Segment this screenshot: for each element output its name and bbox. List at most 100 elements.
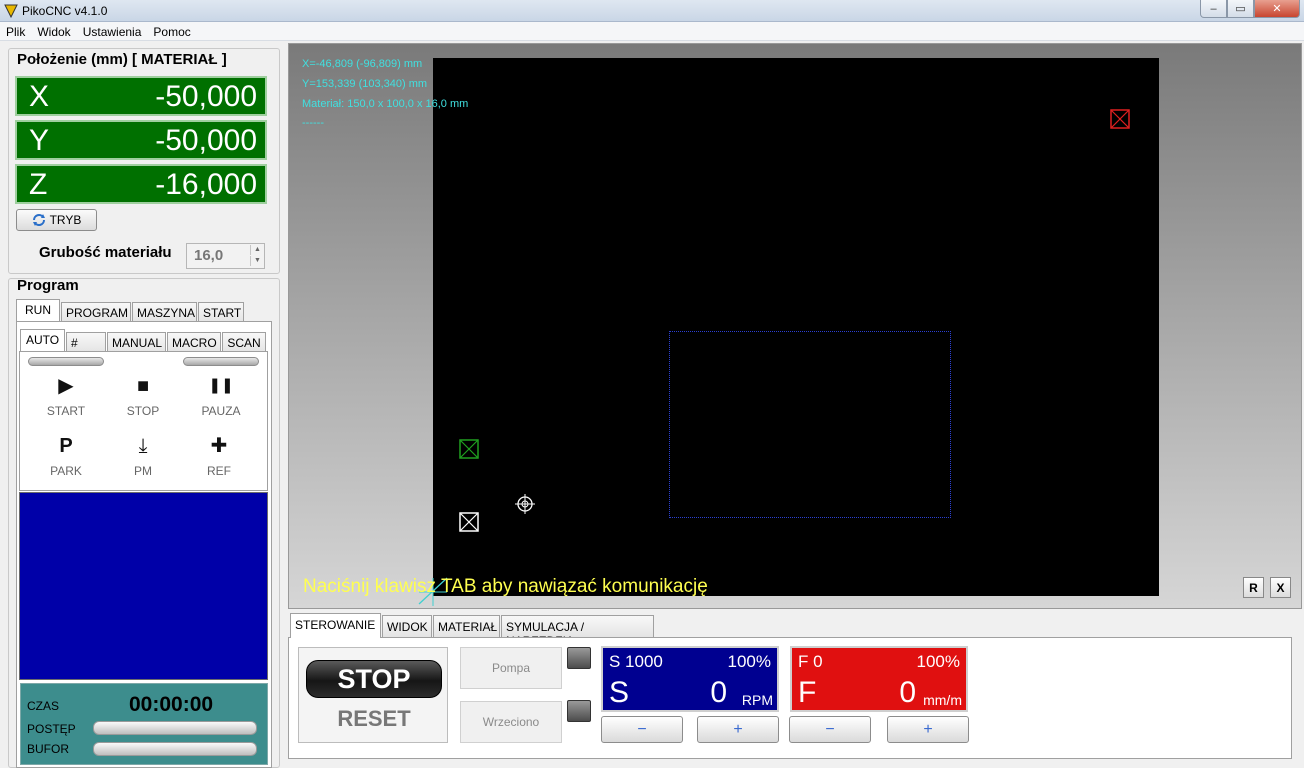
tab-start[interactable]: START — [198, 302, 244, 322]
pump-indicator — [567, 647, 591, 669]
refresh-icon — [32, 214, 45, 226]
axis-y-name: Y — [29, 124, 50, 157]
separator-readout: ------ — [302, 117, 324, 129]
coord-y-readout: Y=153,339 (103,340) mm — [302, 78, 428, 90]
toolpath-viewport[interactable]: X=-46,809 (-96,809) mm Y=153,339 (103,34… — [288, 43, 1302, 609]
material-readout: Materiał: 150,0 x 100,0 x 16,0 mm — [302, 98, 469, 110]
close-view-button[interactable]: X — [1270, 577, 1291, 598]
stop-control[interactable]: ■ STOP — [108, 374, 178, 418]
menu-pomoc[interactable]: Pomoc — [147, 22, 196, 40]
thickness-value: 16,0 — [194, 247, 224, 264]
spin-up-icon[interactable]: ▲ — [250, 245, 264, 255]
subtab-auto[interactable]: AUTO — [20, 329, 65, 351]
pm-label: PM — [134, 464, 152, 478]
buffer-label: BUFOR — [27, 742, 69, 756]
maximize-button[interactable]: ▭ — [1227, 0, 1254, 18]
axis-x-value: -50,000 — [155, 80, 257, 113]
minimize-button[interactable]: – — [1200, 0, 1227, 18]
coord-x-readout: X=-46,809 (-96,809) mm — [302, 58, 423, 70]
tab-sterowanie[interactable]: STEROWANIE — [290, 613, 381, 638]
mode-button-label: TRYB — [49, 213, 82, 227]
feed-plus-button[interactable]: + — [887, 716, 969, 743]
progress-bar — [93, 721, 257, 735]
spindle-percent: 100% — [727, 652, 771, 671]
green-origin-marker-icon — [459, 439, 479, 459]
axis-z-value: -16,000 — [155, 168, 257, 201]
menu-ustawienia[interactable]: Ustawienia — [77, 22, 148, 40]
mode-button[interactable]: TRYB — [16, 209, 97, 231]
control-panel: STOP RESET Pompa Wrzeciono S 1000 100% S… — [288, 637, 1292, 759]
connection-hint: Naciśnij klawisz TAB aby nawiązać komuni… — [303, 576, 708, 597]
thickness-label: Grubość materiału — [39, 244, 172, 261]
axis-z-display: Z -16,000 — [15, 164, 267, 204]
left-slider-handle[interactable] — [28, 357, 104, 366]
material-outline — [669, 331, 951, 518]
feed-letter: F — [798, 676, 817, 709]
feed-value: 0 — [899, 676, 916, 709]
axis-x-name: X — [29, 80, 50, 113]
thickness-input[interactable]: 16,0 ▲ ▼ — [186, 243, 265, 269]
red-limit-marker-icon — [1110, 109, 1130, 129]
spin-down-icon[interactable]: ▼ — [250, 256, 264, 266]
tab-symulacja[interactable]: SYMULACJA / NARZĘDZIA — [501, 615, 654, 648]
spindle-letter: S — [609, 676, 630, 709]
spindle-value: 0 — [710, 676, 727, 709]
title-bar: PikoCNC v4.1.0 – ▭ ✕ — [0, 0, 1304, 22]
axis-y-display: Y -50,000 — [15, 120, 267, 160]
ref-label: REF — [207, 464, 231, 478]
ref-control[interactable]: ✚ REF — [184, 434, 254, 478]
subtab-hash[interactable]: # — [66, 332, 106, 352]
menu-plik[interactable]: Plik — [0, 22, 31, 40]
pause-icon: ❚❚ — [208, 377, 234, 394]
emergency-stop-button[interactable]: STOP — [306, 660, 442, 698]
menu-widok[interactable]: Widok — [31, 22, 76, 40]
stop-button-label: STOP — [337, 663, 411, 694]
right-slider-handle[interactable] — [183, 357, 259, 366]
tab-run[interactable]: RUN — [16, 299, 60, 321]
pause-label: PAUZA — [201, 404, 241, 418]
park-control[interactable]: P PARK — [31, 434, 101, 478]
axis-x-display: X -50,000 — [15, 76, 267, 116]
feed-minus-button[interactable]: − — [789, 716, 871, 743]
window-title: PikoCNC v4.1.0 — [22, 4, 108, 18]
pump-button[interactable]: Pompa — [460, 647, 562, 689]
park-label: PARK — [50, 464, 82, 478]
subtab-macro[interactable]: MACRO — [167, 332, 221, 352]
reset-view-button[interactable]: R — [1243, 577, 1264, 598]
time-value: 00:00:00 — [129, 693, 214, 716]
download-icon: ⤓ — [138, 435, 148, 457]
spindle-minus-button[interactable]: − — [601, 716, 683, 743]
feed-rate-display: F 0 100% F 0 mm/m — [790, 646, 968, 712]
axis-z-name: Z — [29, 168, 48, 201]
close-button[interactable]: ✕ — [1254, 0, 1300, 18]
app-logo-icon — [4, 4, 18, 18]
spindle-button[interactable]: Wrzeciono — [460, 701, 562, 743]
program-title: Program — [17, 277, 79, 294]
stop-label: STOP — [126, 404, 160, 418]
tab-widok[interactable]: WIDOK — [382, 615, 432, 637]
park-icon: P — [59, 435, 73, 457]
crosshair-tool-icon — [515, 494, 535, 514]
tab-material[interactable]: MATERIAŁ — [433, 615, 500, 637]
white-home-marker-icon — [459, 512, 479, 532]
time-label: CZAS — [27, 699, 60, 713]
work-area[interactable] — [433, 58, 1159, 596]
subtab-manual[interactable]: MANUAL — [107, 332, 166, 352]
pause-control[interactable]: ❚❚ PAUZA — [186, 374, 256, 418]
feed-unit: mm/m — [923, 692, 962, 708]
tab-maszyna[interactable]: MASZYNA — [132, 302, 197, 322]
buffer-bar — [93, 742, 257, 756]
feed-percent: 100% — [916, 652, 960, 671]
tab-program[interactable]: PROGRAM — [61, 302, 131, 322]
start-control[interactable]: ▶ START — [31, 374, 101, 418]
pm-control[interactable]: ⤓ PM — [108, 434, 178, 478]
menu-bar: Plik Widok Ustawienia Pomoc — [0, 22, 1304, 41]
spindle-indicator — [567, 700, 591, 722]
axis-y-value: -50,000 — [155, 124, 257, 157]
spindle-plus-button[interactable]: + — [697, 716, 779, 743]
start-label: START — [46, 404, 86, 418]
stop-reset-frame: STOP RESET — [298, 647, 448, 743]
program-preview-area — [19, 492, 268, 680]
subtab-scan[interactable]: SCAN — [222, 332, 266, 352]
reset-button[interactable]: RESET — [299, 706, 449, 732]
